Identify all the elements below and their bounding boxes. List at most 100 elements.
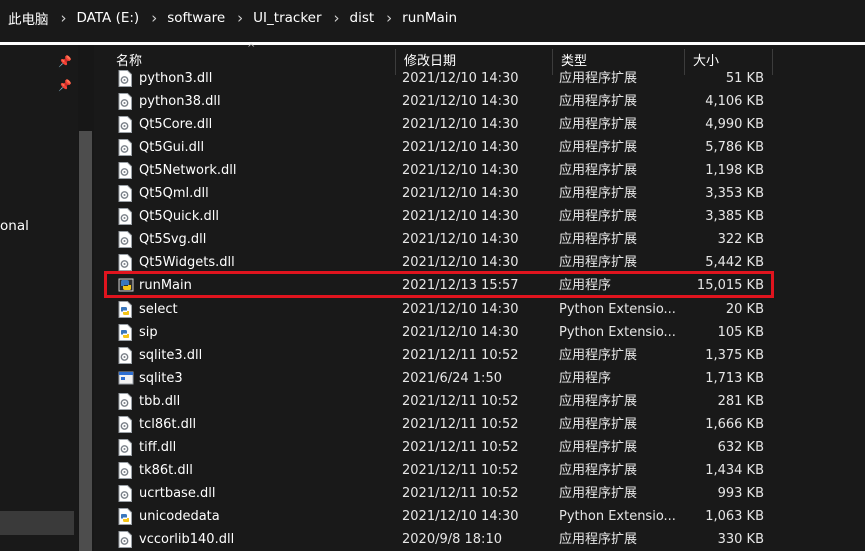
breadcrumb-item-dist[interactable]: dist › (350, 9, 403, 27)
file-type: 应用程序扩展 (559, 485, 638, 501)
dll-icon (118, 392, 132, 410)
breadcrumb-label: UI_tracker (253, 10, 322, 26)
breadcrumb-label: software (167, 10, 226, 26)
file-row[interactable]: Qt5Network.dll 2021/12/10 14:30 应用程序扩展 1,19… (96, 159, 776, 182)
file-type: 应用程序扩展 (559, 140, 638, 156)
file-type: 应用程序扩展 (559, 532, 638, 547)
dll-icon (118, 484, 132, 502)
navigation-pane: 📌 📌 onal (0, 45, 96, 551)
nav-item-label[interactable]: onal (0, 218, 29, 234)
file-modified-date: 2021/12/11 10:52 (402, 462, 519, 478)
file-size: 4,990 KB (705, 117, 764, 133)
chevron-right-icon[interactable]: › (237, 9, 243, 27)
file-row[interactable]: ucrtbase.dll 2021/12/11 10:52 应用程序扩展 993 KB (96, 482, 776, 505)
file-row[interactable]: Qt5Svg.dll 2021/12/10 14:30 应用程序扩展 322 KB (96, 228, 776, 251)
file-row[interactable]: select 2021/12/10 14:30 Python Extensio...… (96, 298, 776, 321)
file-type: Python Extensio... (559, 301, 676, 317)
file-row[interactable]: sqlite3.dll 2021/12/11 10:52 应用程序扩展 1,375 K… (96, 344, 776, 367)
chevron-right-icon[interactable]: › (151, 9, 157, 27)
file-modified-date: 2021/12/10 14:30 (402, 117, 519, 133)
pin-icon[interactable]: 📌 (58, 79, 72, 93)
file-row[interactable]: tbb.dll 2021/12/11 10:52 应用程序扩展 281 KB (96, 390, 776, 413)
file-modified-date: 2021/12/10 14:30 (402, 209, 519, 225)
file-row[interactable]: Qt5Core.dll 2021/12/10 14:30 应用程序扩展 4,990 K… (96, 113, 776, 136)
file-type: Python Extensio... (559, 324, 676, 340)
file-row[interactable]: vccorlib140.dll 2020/9/8 18:10 应用程序扩展 330 K… (96, 528, 776, 551)
dll-icon (118, 208, 132, 226)
file-type: 应用程序扩展 (559, 117, 638, 133)
file-modified-date: 2021/6/24 1:50 (402, 370, 502, 386)
file-name: Qt5Core.dll (139, 117, 213, 133)
file-name: Qt5Qml.dll (139, 186, 209, 202)
breadcrumb-item-runmain[interactable]: runMain (402, 10, 457, 26)
file-name: sqlite3 (139, 370, 183, 386)
file-type: 应用程序扩展 (559, 232, 638, 248)
file-row[interactable]: Qt5Qml.dll 2021/12/10 14:30 应用程序扩展 3,353 KB (96, 182, 776, 205)
file-name: tbb.dll (139, 393, 181, 409)
file-row[interactable]: sip 2021/12/10 14:30 Python Extensio... 105… (96, 321, 776, 344)
file-modified-date: 2021/12/10 14:30 (402, 140, 519, 156)
file-name: sqlite3.dll (139, 347, 203, 363)
dll-icon (118, 461, 132, 479)
file-type: 应用程序扩展 (559, 94, 638, 110)
file-size: 1,063 KB (705, 508, 764, 524)
file-name: tcl86t.dll (139, 416, 197, 432)
file-type: 应用程序扩展 (559, 439, 638, 455)
chevron-right-icon[interactable]: › (61, 9, 67, 27)
file-row[interactable]: unicodedata 2021/12/10 14:30 Python Extens… (96, 505, 776, 528)
python-file-icon (118, 507, 132, 525)
file-modified-date: 2021/12/11 10:52 (402, 393, 519, 409)
breadcrumb-label: dist (349, 10, 375, 26)
breadcrumb-item-ui-tracker[interactable]: UI_tracker › (253, 9, 349, 27)
file-size: 4,106 KB (705, 94, 764, 110)
file-size: 1,375 KB (705, 347, 764, 363)
file-size: 1,713 KB (705, 370, 764, 386)
dll-icon (118, 185, 132, 203)
file-row[interactable]: tiff.dll 2021/12/11 10:52 应用程序扩展 632 KB (96, 436, 776, 459)
file-name: ucrtbase.dll (139, 485, 216, 501)
breadcrumb-item-data-drive[interactable]: DATA (E:) › (77, 9, 168, 27)
file-modified-date: 2021/12/11 10:52 (402, 485, 519, 501)
file-name: sip (139, 324, 158, 340)
dll-icon (118, 438, 132, 456)
chevron-right-icon[interactable]: › (386, 9, 392, 27)
file-name: Qt5Quick.dll (139, 209, 219, 225)
file-row[interactable]: python38.dll 2021/12/10 14:30 应用程序扩展 4,106 … (96, 90, 776, 113)
nav-item-selected[interactable] (0, 511, 74, 535)
file-row[interactable]: sqlite3 2021/6/24 1:50 应用程序 1,713 KB (96, 367, 776, 390)
file-size: 281 KB (717, 393, 764, 409)
file-type: 应用程序扩展 (559, 209, 638, 225)
nav-scrollbar-thumb[interactable] (79, 131, 92, 551)
file-name: python38.dll (139, 94, 221, 110)
file-modified-date: 2021/12/11 10:52 (402, 439, 519, 455)
file-row[interactable]: tk86t.dll 2021/12/11 10:52 应用程序扩展 1,434 KB (96, 459, 776, 482)
address-breadcrumb: 此电脑 › DATA (E:) › software › UI_tracker … (0, 0, 865, 36)
breadcrumb-item-software[interactable]: software › (167, 9, 253, 27)
dll-icon (118, 162, 132, 180)
breadcrumb-item-this-pc[interactable]: 此电脑 › (8, 8, 77, 28)
file-modified-date: 2020/9/8 18:10 (402, 532, 502, 547)
dll-icon (118, 70, 132, 87)
file-size: 3,385 KB (705, 209, 764, 225)
file-size: 330 KB (717, 532, 764, 547)
file-row[interactable]: Qt5Quick.dll 2021/12/10 14:30 应用程序扩展 3,385 … (96, 205, 776, 228)
file-modified-date: 2021/12/10 14:30 (402, 508, 519, 524)
file-type: 应用程序扩展 (559, 347, 638, 363)
file-row[interactable]: tcl86t.dll 2021/12/11 10:52 应用程序扩展 1,666 KB (96, 413, 776, 436)
dll-icon (118, 531, 132, 548)
file-modified-date: 2021/12/10 14:30 (402, 94, 519, 110)
file-type: 应用程序扩展 (559, 462, 638, 478)
nav-scrollbar[interactable] (78, 45, 94, 551)
python-file-icon (118, 300, 132, 318)
file-type: Python Extensio... (559, 508, 676, 524)
file-modified-date: 2021/12/10 14:30 (402, 324, 519, 340)
file-row[interactable]: Qt5Gui.dll 2021/12/10 14:30 应用程序扩展 5,786 KB (96, 136, 776, 159)
file-size: 993 KB (717, 485, 764, 501)
chevron-right-icon[interactable]: › (334, 9, 340, 27)
file-row[interactable]: python3.dll 2021/12/10 14:30 应用程序扩展 51 KB (96, 67, 776, 90)
file-size: 1,434 KB (705, 462, 764, 478)
dll-icon (118, 346, 132, 364)
file-modified-date: 2021/12/10 14:30 (402, 301, 519, 317)
file-size: 5,786 KB (705, 140, 764, 156)
pin-icon[interactable]: 📌 (58, 55, 72, 69)
